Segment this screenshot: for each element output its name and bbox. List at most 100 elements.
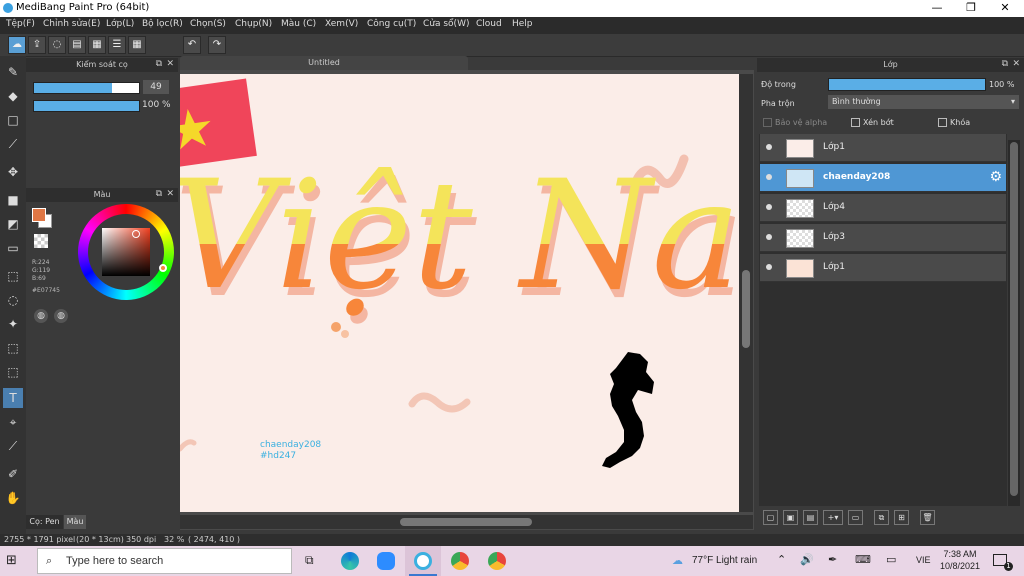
- canvas[interactable]: Việt Nam Việt Nam chaenday208 #hd247: [180, 74, 739, 512]
- popout-icon[interactable]: ⧉: [156, 59, 162, 69]
- menu-capture[interactable]: Chụp(N): [235, 19, 272, 29]
- brush-size-value[interactable]: 49: [143, 80, 169, 94]
- edge-icon[interactable]: [341, 552, 359, 570]
- hue-handle[interactable]: [159, 264, 167, 272]
- medibang-taskbar-item[interactable]: [405, 546, 441, 576]
- menu-help[interactable]: Help: [512, 19, 533, 29]
- language-indicator[interactable]: VIE: [916, 555, 931, 565]
- layer-row[interactable]: Lớp1: [760, 254, 1006, 282]
- text-tool-icon[interactable]: T: [3, 388, 23, 408]
- redo-icon[interactable]: ↷: [208, 36, 226, 54]
- eraser-tool-icon[interactable]: ◆: [3, 86, 23, 106]
- new-8bit-layer-icon[interactable]: ▤: [803, 510, 818, 525]
- document-tab[interactable]: Untitled: [180, 56, 468, 70]
- search-box[interactable]: ⌕ Type here to search: [37, 548, 292, 574]
- new-layer-icon[interactable]: ▢: [763, 510, 778, 525]
- share-icon[interactable]: ⇪: [28, 36, 46, 54]
- clipping-checkbox[interactable]: Xén bớt: [851, 118, 894, 127]
- pen-icon[interactable]: ✒: [828, 553, 837, 566]
- saturation-square[interactable]: [102, 228, 150, 276]
- cloud-icon[interactable]: ☁: [8, 36, 26, 54]
- eyedropper-icon[interactable]: ✐: [3, 464, 23, 484]
- menu-edit[interactable]: Chỉnh sửa(E): [43, 19, 100, 29]
- eye-icon[interactable]: [766, 234, 772, 240]
- clock[interactable]: 7:38 AM 10/8/2021: [938, 548, 982, 572]
- menu-window[interactable]: Cửa sổ(W): [423, 19, 469, 29]
- task-view-icon[interactable]: ⧉: [305, 553, 314, 568]
- close-panel-icon[interactable]: ✕: [1012, 59, 1020, 69]
- layer-row[interactable]: Lớp1: [760, 134, 1006, 162]
- minimize-button[interactable]: —: [920, 0, 954, 17]
- close-button[interactable]: ✕: [988, 0, 1022, 17]
- bucket-tool-icon[interactable]: ◩: [3, 214, 23, 234]
- menu-layer[interactable]: Lớp(L): [106, 19, 134, 29]
- menu-tools[interactable]: Công cụ(T): [367, 19, 416, 29]
- move-tool-icon[interactable]: ✥: [3, 162, 23, 182]
- transparent-swatch[interactable]: [34, 234, 48, 248]
- brush-tool-icon[interactable]: ✎: [3, 62, 23, 82]
- tab-brush[interactable]: Cọ: Pen: [26, 515, 63, 529]
- fill-rect-tool-icon[interactable]: ■: [3, 190, 23, 210]
- eye-icon[interactable]: [766, 204, 772, 210]
- menu-color[interactable]: Màu (C): [281, 19, 316, 29]
- select-pen-icon[interactable]: ⬚: [3, 338, 23, 358]
- duplicate-layer-icon[interactable]: ⧉: [874, 510, 889, 525]
- eye-icon[interactable]: [766, 144, 772, 150]
- select-rect-icon[interactable]: ⬚: [3, 266, 23, 286]
- notification-icon[interactable]: 1: [993, 554, 1013, 571]
- gradient-tool-icon[interactable]: ▭: [3, 238, 23, 258]
- popout-icon[interactable]: ⧉: [1002, 59, 1008, 69]
- weather-text[interactable]: 77°F Light rain: [692, 555, 757, 566]
- menu-file[interactable]: Tệp(F): [6, 19, 35, 29]
- layer-scroll-thumb[interactable]: [1010, 142, 1018, 496]
- layer-row-selected[interactable]: chaenday208 ⚙: [760, 164, 1006, 192]
- horizontal-scrollbar[interactable]: [180, 515, 753, 529]
- primary-color-swatch[interactable]: [32, 208, 46, 222]
- windows-start-icon[interactable]: ⊞: [6, 554, 20, 568]
- close-panel-icon[interactable]: ✕: [166, 189, 174, 199]
- menu-view[interactable]: Xem(V): [325, 19, 358, 29]
- display-icon[interactable]: ▭: [886, 553, 896, 566]
- folder-icon[interactable]: ▭: [848, 510, 863, 525]
- brush-size-slider[interactable]: [33, 82, 140, 94]
- brush-opacity-slider[interactable]: [33, 100, 140, 112]
- chevron-up-icon[interactable]: ⌃: [777, 553, 786, 566]
- dropper-tool-icon[interactable]: ⟋: [3, 436, 23, 456]
- select-eraser-icon[interactable]: ⬚: [3, 362, 23, 382]
- hand-tool-icon[interactable]: ✋: [3, 488, 23, 508]
- blend-mode-select[interactable]: Bình thường ▾: [828, 95, 1019, 109]
- trash-icon[interactable]: 🗑: [920, 510, 935, 525]
- grid-icon[interactable]: ▦: [128, 36, 146, 54]
- palette-add-icon[interactable]: ◍: [54, 309, 68, 323]
- list-icon[interactable]: ☰: [108, 36, 126, 54]
- new-halftone-layer-icon[interactable]: ▣: [783, 510, 798, 525]
- document-icon[interactable]: ▦: [88, 36, 106, 54]
- close-panel-icon[interactable]: ✕: [166, 59, 174, 69]
- rectangle-tool-icon[interactable]: □: [3, 110, 23, 130]
- undo-icon[interactable]: ↶: [183, 36, 201, 54]
- keyboard-icon[interactable]: ⌨: [855, 553, 871, 566]
- menu-filter[interactable]: Bộ lọc(R): [142, 19, 183, 29]
- comment-icon[interactable]: ▤: [68, 36, 86, 54]
- layer-row[interactable]: Lớp3: [760, 224, 1006, 252]
- merge-layer-icon[interactable]: ⊞: [894, 510, 909, 525]
- magic-wand-icon[interactable]: ✦: [3, 314, 23, 334]
- chrome-icon[interactable]: [488, 552, 506, 570]
- add-layer-menu-icon[interactable]: +▾: [823, 510, 843, 525]
- volume-icon[interactable]: 🔊: [800, 553, 814, 566]
- gear-icon[interactable]: ⚙: [989, 169, 1002, 185]
- chat-icon[interactable]: ◌: [48, 36, 66, 54]
- protect-alpha-checkbox[interactable]: Bảo vệ alpha: [763, 118, 827, 127]
- maximize-button[interactable]: ❐: [954, 0, 988, 17]
- line-tool-icon[interactable]: ⟋: [3, 134, 23, 154]
- layer-scrollbar[interactable]: [1008, 140, 1020, 506]
- color-wheel[interactable]: [78, 204, 174, 300]
- eye-icon[interactable]: [766, 174, 772, 180]
- layer-opacity-slider[interactable]: [828, 78, 986, 91]
- tab-color[interactable]: Màu: [64, 515, 86, 529]
- eye-icon[interactable]: [766, 264, 772, 270]
- horizontal-scroll-thumb[interactable]: [400, 518, 532, 526]
- lasso-icon[interactable]: ◌: [3, 290, 23, 310]
- vertical-scrollbar[interactable]: [739, 74, 753, 512]
- lock-checkbox[interactable]: Khóa: [938, 118, 970, 127]
